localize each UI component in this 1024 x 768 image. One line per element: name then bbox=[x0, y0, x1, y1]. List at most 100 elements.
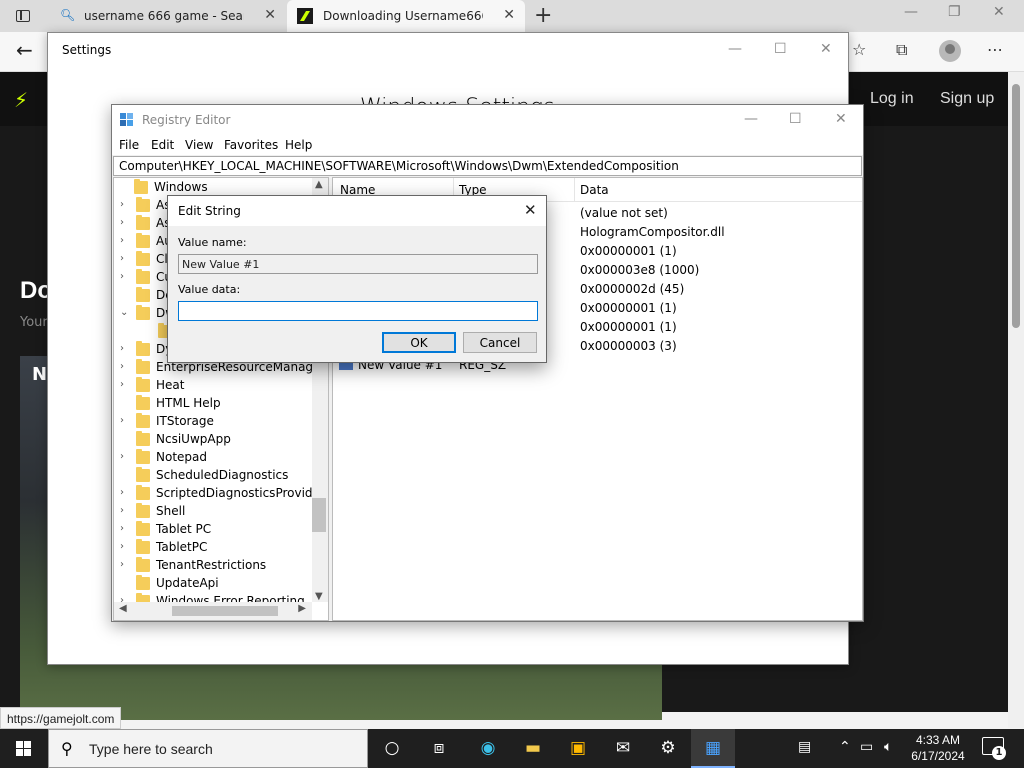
value-data: 0x0000002d (45) bbox=[580, 282, 685, 296]
value-name-field[interactable] bbox=[178, 254, 538, 274]
cancel-button[interactable]: Cancel bbox=[463, 332, 537, 353]
chevron-icon[interactable]: › bbox=[120, 343, 130, 354]
dialog-titlebar[interactable]: Edit String ✕ bbox=[168, 196, 546, 226]
close-icon[interactable]: ✕ bbox=[993, 4, 1005, 20]
task-view-icon[interactable]: ⧈ bbox=[417, 729, 461, 768]
scroll-left-icon[interactable]: ◀ bbox=[119, 603, 127, 614]
close-icon[interactable]: ✕ bbox=[503, 7, 515, 23]
news-icon[interactable]: ▤ bbox=[798, 739, 811, 755]
taskbar-search[interactable]: ⚲ Type here to search bbox=[48, 729, 368, 768]
folder-icon bbox=[136, 305, 150, 320]
chevron-icon[interactable]: › bbox=[120, 505, 130, 516]
store-icon[interactable]: ▣ bbox=[556, 729, 600, 768]
network-icon[interactable]: ▭ bbox=[860, 739, 873, 755]
chevron-icon[interactable]: › bbox=[120, 523, 130, 534]
chevron-icon[interactable]: › bbox=[120, 541, 130, 552]
chevron-icon[interactable]: › bbox=[120, 415, 130, 426]
scroll-thumb[interactable] bbox=[312, 498, 326, 532]
folder-icon bbox=[136, 539, 150, 554]
chevron-up-icon[interactable]: ⌃ bbox=[839, 739, 851, 755]
chevron-icon[interactable]: › bbox=[120, 253, 130, 264]
start-windows-icon[interactable] bbox=[16, 741, 32, 757]
menu-favorites[interactable]: Favorites bbox=[224, 138, 278, 152]
chevron-icon[interactable]: ⌄ bbox=[120, 307, 130, 318]
column-data[interactable]: Data bbox=[580, 183, 609, 197]
folder-icon bbox=[136, 359, 150, 374]
scroll-down-icon[interactable]: ▼ bbox=[315, 591, 323, 602]
tree-item-label: Heat bbox=[156, 378, 185, 392]
maximize-icon[interactable]: ☐ bbox=[774, 41, 787, 57]
back-arrow-icon[interactable]: ← bbox=[16, 38, 33, 62]
folder-icon bbox=[136, 251, 150, 266]
scroll-up-icon[interactable]: ▲ bbox=[315, 179, 323, 190]
folder-icon bbox=[134, 179, 148, 194]
chevron-icon[interactable]: › bbox=[120, 451, 130, 462]
notification-badge: 1 bbox=[992, 746, 1006, 760]
restore-icon[interactable]: ❐ bbox=[948, 4, 961, 20]
value-data-field[interactable] bbox=[178, 301, 538, 321]
close-icon[interactable]: ✕ bbox=[820, 41, 832, 57]
search-placeholder: Type here to search bbox=[89, 741, 213, 757]
menu-edit[interactable]: Edit bbox=[151, 138, 174, 152]
mail-icon[interactable]: ✉ bbox=[601, 729, 645, 768]
gamejolt-logo-icon[interactable]: ⚡ bbox=[14, 88, 28, 112]
cortana-icon[interactable]: ○ bbox=[370, 729, 414, 768]
address-bar[interactable]: Computer\HKEY_LOCAL_MACHINE\SOFTWARE\Mic… bbox=[113, 156, 862, 176]
tree-item-label: HTML Help bbox=[156, 396, 221, 410]
value-data: HologramCompositor.dll bbox=[580, 225, 725, 239]
tab-search[interactable]: 🔍︎ username 666 game - Search ✕ bbox=[48, 0, 286, 32]
tree-horizontal-scrollbar[interactable]: ◀ ▶ bbox=[114, 602, 312, 620]
browser-tab-strip: 🔍︎ username 666 game - Search ✕ Download… bbox=[0, 0, 1024, 32]
signup-link[interactable]: Sign up bbox=[940, 90, 994, 108]
tree-item-label: Windows bbox=[154, 180, 208, 194]
more-icon[interactable]: ⋯ bbox=[987, 40, 1003, 59]
chevron-icon[interactable]: › bbox=[120, 199, 130, 210]
favorites-icon[interactable]: ☆ bbox=[852, 40, 866, 59]
folder-icon bbox=[136, 215, 150, 230]
chevron-icon[interactable]: › bbox=[120, 487, 130, 498]
edit-string-dialog: Edit String ✕ Value name: Value data: OK… bbox=[167, 195, 547, 363]
menu-help[interactable]: Help bbox=[285, 138, 312, 152]
edge-icon[interactable]: ◉ bbox=[466, 729, 510, 768]
minimize-icon[interactable]: — bbox=[904, 4, 918, 20]
menu-view[interactable]: View bbox=[185, 138, 213, 152]
tree-item-label: UpdateApi bbox=[156, 576, 219, 590]
new-tab-icon[interactable]: + bbox=[534, 3, 552, 28]
chevron-icon[interactable]: › bbox=[120, 235, 130, 246]
value-data: 0x00000001 (1) bbox=[580, 244, 677, 258]
chevron-icon[interactable]: › bbox=[120, 379, 130, 390]
volume-icon[interactable]: 🔈︎ bbox=[884, 739, 892, 755]
minimize-icon[interactable]: — bbox=[744, 111, 758, 127]
regedit-menubar: File Edit View Favorites Help bbox=[112, 135, 863, 155]
page-scrollbar[interactable] bbox=[1008, 72, 1024, 728]
chevron-icon[interactable]: › bbox=[120, 559, 130, 570]
tab-actions-icon[interactable] bbox=[8, 6, 40, 26]
avatar[interactable] bbox=[939, 40, 961, 62]
close-icon[interactable]: ✕ bbox=[264, 7, 276, 23]
menu-file[interactable]: File bbox=[119, 138, 139, 152]
close-icon[interactable]: ✕ bbox=[524, 201, 537, 219]
chevron-icon[interactable]: › bbox=[120, 271, 130, 282]
chevron-icon[interactable]: › bbox=[120, 361, 130, 372]
regedit-titlebar[interactable]: Registry Editor — ☐ ✕ bbox=[112, 105, 863, 135]
chevron-icon[interactable]: › bbox=[120, 217, 130, 228]
close-icon[interactable]: ✕ bbox=[835, 111, 847, 127]
tab-gamejolt[interactable]: Downloading Username666 : Int ✕ bbox=[287, 0, 525, 32]
clock-date: 6/17/2024 bbox=[911, 749, 965, 763]
minimize-icon[interactable]: — bbox=[728, 41, 742, 57]
folder-icon bbox=[136, 287, 150, 302]
login-link[interactable]: Log in bbox=[870, 90, 914, 108]
dialog-title: Edit String bbox=[178, 204, 241, 218]
file-explorer-icon[interactable]: ▬ bbox=[511, 729, 555, 768]
ok-button[interactable]: OK bbox=[382, 332, 456, 353]
folder-icon bbox=[136, 233, 150, 248]
clock[interactable]: 4:33 AM 6/17/2024 bbox=[906, 732, 970, 764]
gear-icon[interactable]: ⚙ bbox=[646, 729, 690, 768]
registry-editor-icon[interactable]: ▦ bbox=[691, 729, 735, 768]
folder-icon bbox=[136, 395, 150, 410]
scroll-thumb[interactable] bbox=[172, 606, 278, 616]
scroll-right-icon[interactable]: ▶ bbox=[298, 603, 306, 614]
maximize-icon[interactable]: ☐ bbox=[789, 111, 802, 127]
collections-icon[interactable]: ⧉ bbox=[896, 40, 907, 60]
folder-icon bbox=[136, 341, 150, 356]
